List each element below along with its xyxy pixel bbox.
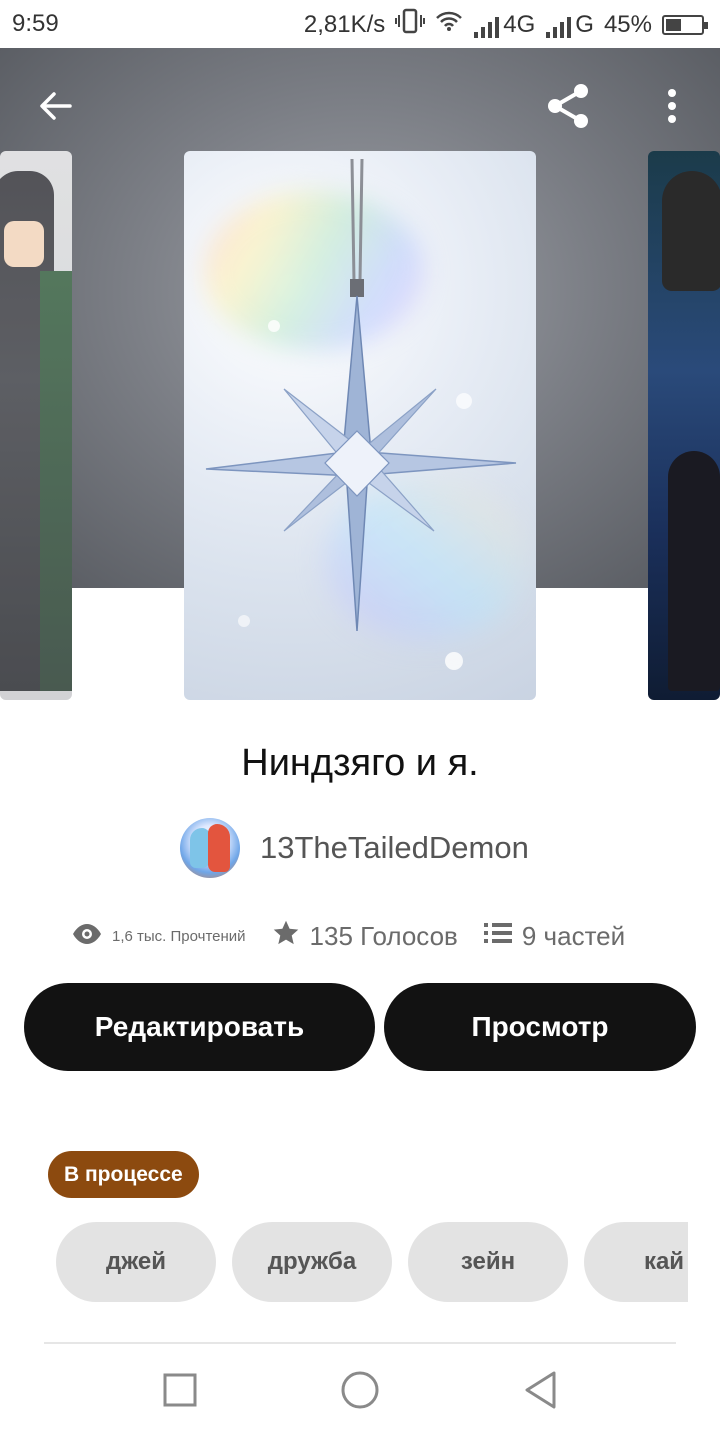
status-bar: 9:59 2,81K/s 4G G 45% [0,0,720,48]
status-indicators: 2,81K/s 4G G 45% [303,8,708,41]
list-icon [483,921,512,952]
crystal-star-image [205,158,517,670]
story-title: Ниндзяго и я. [241,742,479,784]
network-speed: 2,81K/s [303,10,386,38]
recent-apps-button[interactable] [156,1368,204,1416]
tag-chip[interactable]: дружба [232,1222,392,1302]
author-name[interactable]: 13TheTailedDemon [260,830,529,866]
tags-list[interactable]: джей дружба зейн кай [56,1222,688,1302]
tag-chip[interactable]: зейн [408,1222,568,1302]
eye-icon [72,923,102,949]
parts-stat: 9 частей [483,920,626,952]
author-link[interactable]: 13TheTailedDemon [180,818,529,878]
battery-percent: 45% [603,10,652,38]
wifi-icon [435,10,463,39]
share-icon [543,81,593,136]
triangle-back-icon [523,1370,557,1415]
square-icon [163,1373,197,1412]
more-vertical-icon [666,88,678,129]
system-nav-bar [0,1344,720,1440]
network-type-secondary: G [575,10,594,38]
signal-icon-secondary: G [545,11,594,39]
home-button[interactable] [336,1368,384,1416]
story-cover[interactable] [184,151,536,700]
back-button[interactable] [28,80,84,136]
parts-count: 9 частей [521,920,626,951]
previous-story-cover[interactable] [0,151,72,700]
reads-count: 1,6 тыс. Прочтений [112,927,246,945]
arrow-left-icon [38,88,74,129]
avatar[interactable] [180,818,240,878]
circle-icon [340,1370,380,1415]
battery-icon [662,14,708,35]
network-type-primary: 4G [503,10,536,38]
next-story-cover[interactable] [648,151,720,700]
story-stats: 1,6 тыс. Прочтений 135 Голосов 9 частей [72,916,672,956]
vibrate-icon [395,8,426,41]
status-time: 9:59 [12,10,59,37]
reads-stat: 1,6 тыс. Прочтений [72,923,246,949]
edit-button[interactable]: Редактировать [24,983,375,1071]
share-button[interactable] [540,80,596,136]
tag-chip[interactable]: джей [56,1222,216,1302]
tag-chip[interactable]: кай [584,1222,688,1302]
preview-button[interactable]: Просмотр [384,983,696,1071]
star-icon [272,919,300,954]
votes-stat: 135 Голосов [272,919,458,954]
battery-fill [666,18,682,31]
more-options-button[interactable] [644,80,700,136]
back-nav-button[interactable] [516,1368,564,1416]
votes-count: 135 Голосов [309,920,458,951]
signal-icon: 4G [473,11,535,39]
status-badge: В процессе [48,1151,199,1198]
